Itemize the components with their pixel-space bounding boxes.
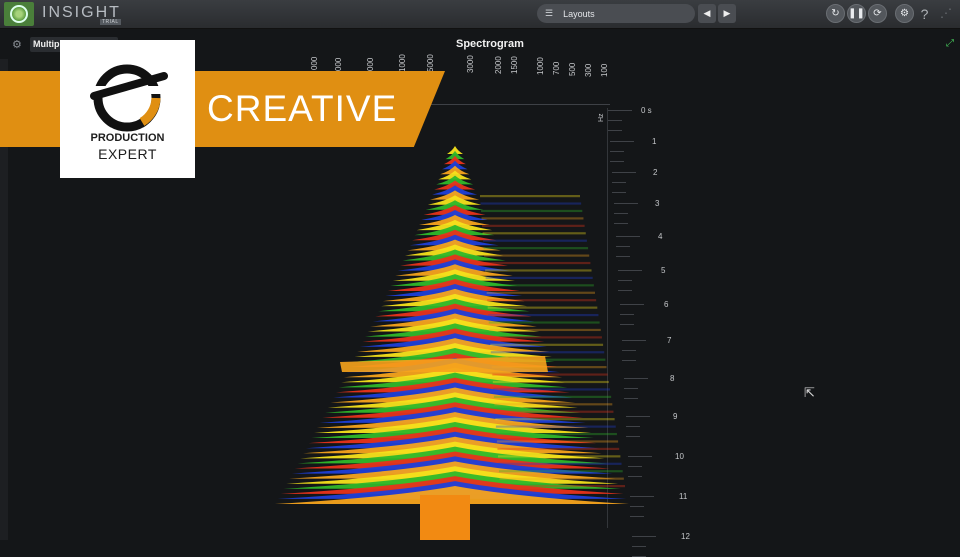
spectrum-ripple — [484, 261, 591, 265]
spectrum-ripple — [482, 232, 586, 235]
spectrum-ripple — [492, 380, 609, 384]
spectrum-ripple — [497, 455, 621, 458]
spectrum-ripple — [480, 202, 582, 205]
spectrum-ripple — [485, 269, 592, 272]
spectrum-ripple — [486, 291, 595, 294]
spectrum-ripple — [498, 462, 622, 465]
spectrum-ripple — [493, 388, 610, 391]
spectrum-ripple — [490, 343, 604, 346]
spectrum-ripple — [487, 299, 597, 302]
brand-line1: PRODUCTION — [90, 132, 165, 144]
spectrum-ripple — [496, 432, 617, 436]
spectrum-ripple — [495, 418, 615, 421]
bottom-orange-bar — [420, 495, 470, 540]
spectrum-ripple — [486, 284, 594, 287]
spectrum-ripple — [487, 306, 598, 309]
spectrum-ripple — [483, 247, 589, 250]
spectrum-ripple — [495, 425, 616, 428]
spectrum-ripple — [490, 351, 605, 354]
production-expert-logo: PRODUCTION EXPERT — [60, 40, 195, 178]
spectrum-ripple — [493, 395, 612, 398]
spectrum-ripple — [492, 373, 608, 376]
time-tick — [632, 546, 646, 547]
spectrum-ripple — [499, 477, 624, 480]
mouse-cursor-icon: ⇱ — [804, 385, 815, 400]
pe-e-mark-icon — [90, 64, 168, 132]
spectrum-ripple — [494, 410, 614, 413]
spectrum-ripple — [488, 321, 600, 324]
spectrum-ripple — [482, 224, 585, 227]
spectrum-ripple — [481, 217, 584, 220]
spectrum-ripple — [488, 313, 599, 317]
spectrum-ripple — [480, 195, 580, 198]
spectrum-ripple — [494, 403, 613, 406]
spectrum-ripple — [496, 440, 619, 443]
spectrum-ripple — [483, 239, 587, 242]
spectrum-ripple — [497, 447, 620, 451]
spectrum-ripple — [489, 336, 602, 339]
spectrum-ripple — [500, 485, 625, 488]
brand-line2: EXPERT — [98, 146, 157, 162]
spectrum-ripple — [498, 470, 623, 473]
spectrum-ripple — [485, 276, 593, 279]
spectrum-layers — [275, 146, 629, 504]
banner-text: CREATIVE — [207, 88, 398, 129]
spectrum-ripple — [484, 254, 590, 257]
spectrum-ripple — [489, 328, 601, 332]
spectrum-ripple — [481, 209, 583, 213]
